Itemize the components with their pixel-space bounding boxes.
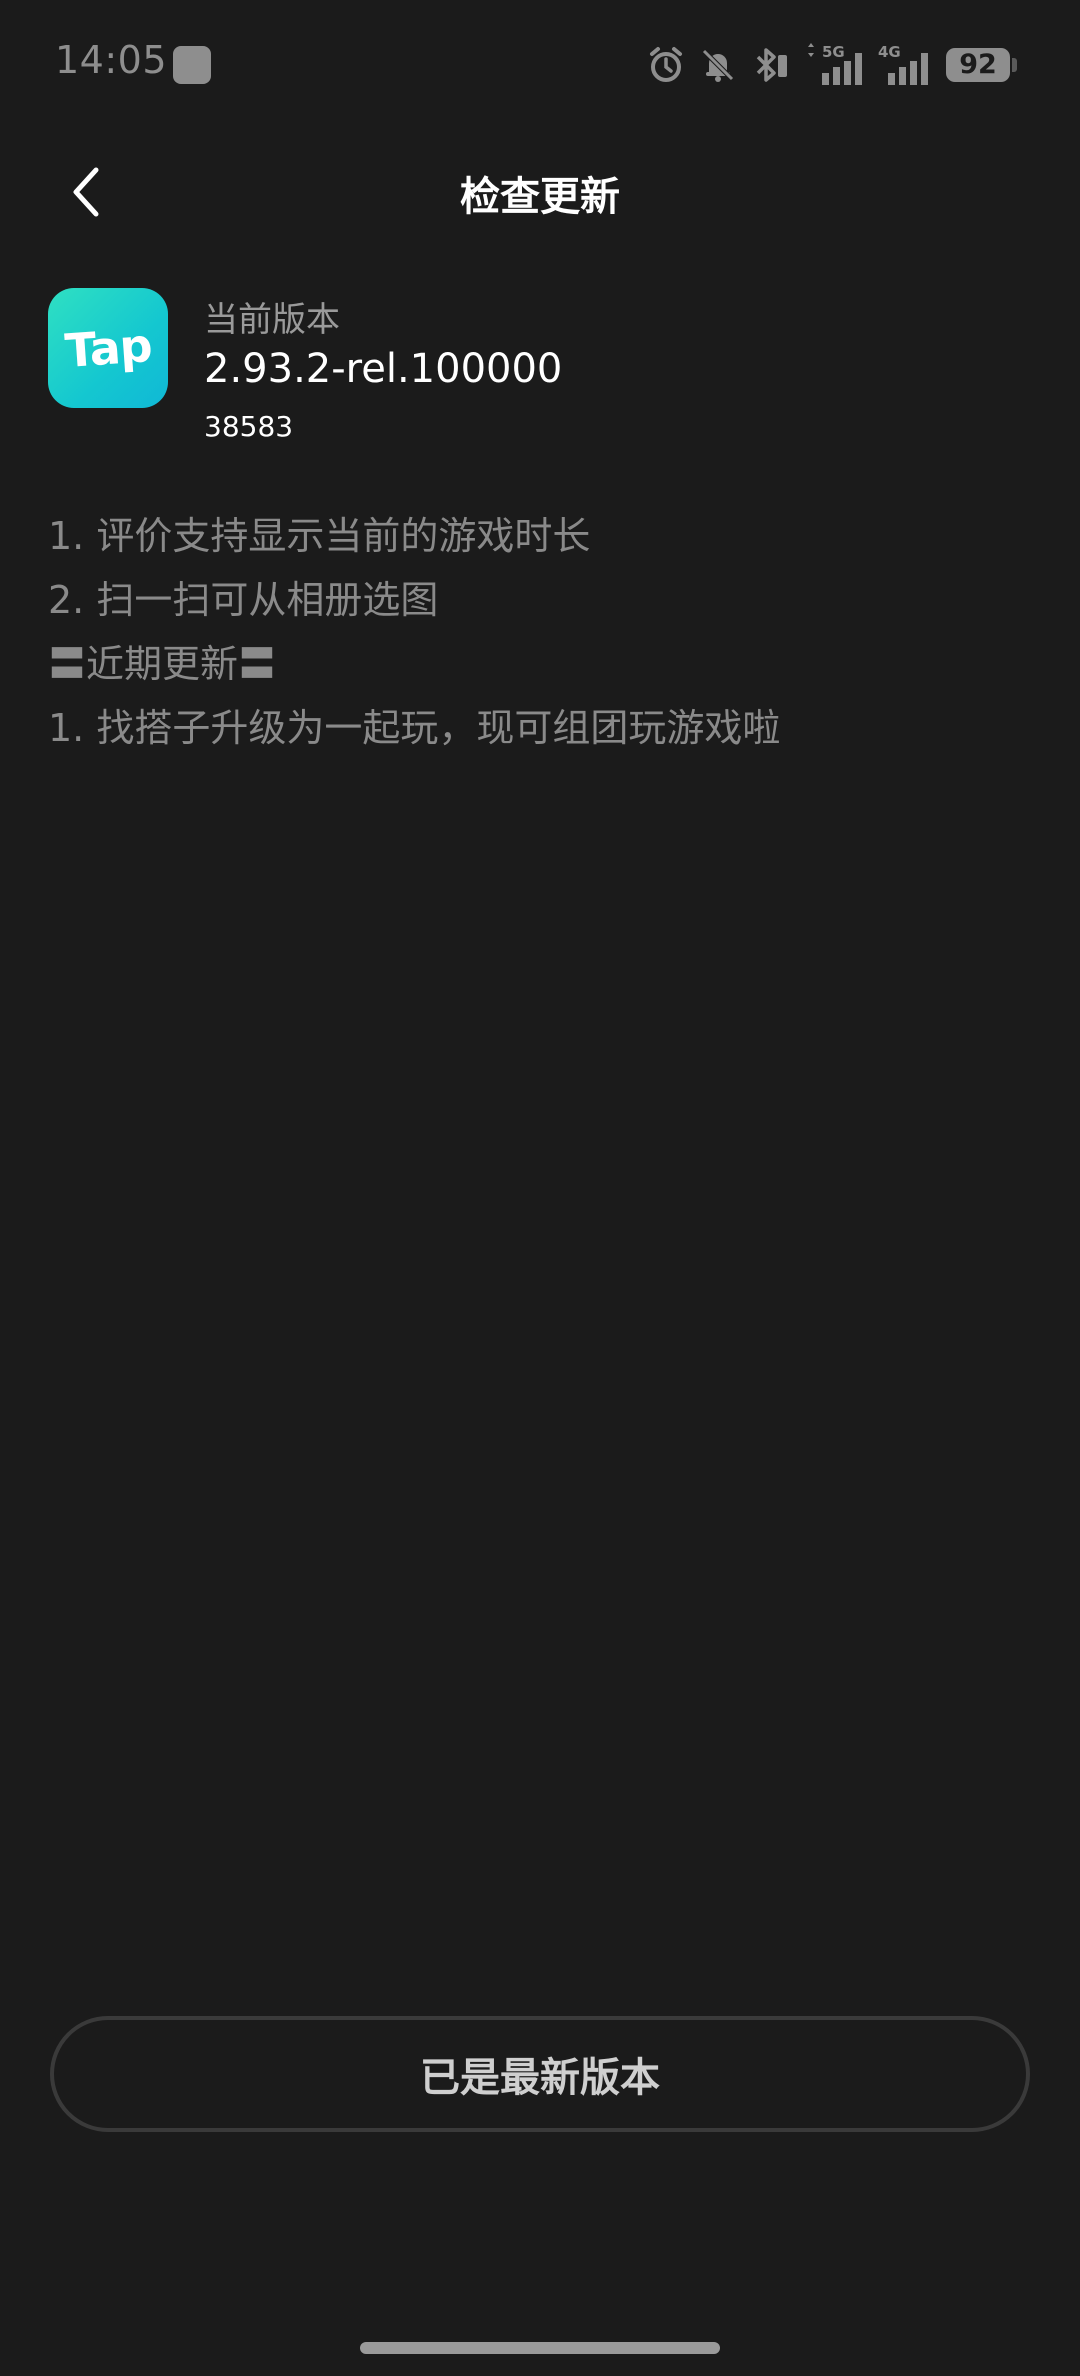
status-bar: 14:05 5G 4G 92 xyxy=(0,0,1080,128)
version-number: 2.93.2-rel.100000 xyxy=(204,346,563,392)
alarm-icon xyxy=(650,47,682,82)
svg-text:4G: 4G xyxy=(878,43,901,61)
status-time: 14:05 xyxy=(55,38,168,82)
bell-muted-icon xyxy=(702,49,734,82)
app-logo: Tap xyxy=(48,288,168,408)
changelog: 1. 评价支持显示当前的游戏时长 2. 扫一扫可从相册选图 〓近期更新〓 1. … xyxy=(48,504,1028,760)
current-version-label: 当前版本 xyxy=(204,300,340,340)
app-logo-text: Tap xyxy=(63,318,153,378)
battery-indicator: 92 xyxy=(946,48,1017,82)
changelog-line: 1. 评价支持显示当前的游戏时长 xyxy=(48,514,591,558)
changelog-section-heading: 〓近期更新〓 xyxy=(48,642,277,686)
svg-text:5G: 5G xyxy=(822,43,845,61)
bluetooth-icon xyxy=(756,48,787,82)
changelog-line: 2. 扫一扫可从相册选图 xyxy=(48,578,439,622)
notification-app-icon xyxy=(173,46,211,84)
build-number: 38583 xyxy=(204,410,294,443)
header: 检查更新 xyxy=(0,150,1080,234)
status-icons: 5G 4G 92 xyxy=(646,40,1017,90)
signal-5g-icon: 5G xyxy=(808,43,862,85)
home-indicator[interactable] xyxy=(360,2342,720,2354)
signal-4g-icon: 4G xyxy=(878,43,928,85)
changelog-line: 1. 找搭子升级为一起玩，现可组团玩游戏啦 xyxy=(48,706,781,750)
up-to-date-button[interactable]: 已是最新版本 xyxy=(50,2016,1030,2132)
page-title: 检查更新 xyxy=(460,174,620,220)
